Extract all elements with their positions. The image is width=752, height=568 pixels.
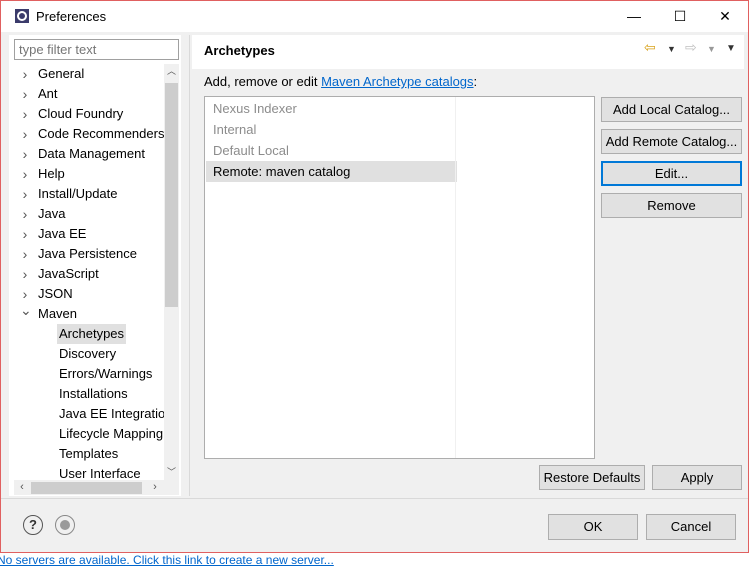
restore-defaults-button[interactable]: Restore Defaults	[539, 465, 645, 490]
back-menu-icon[interactable]: ▼	[667, 44, 676, 54]
tree-item-code-recommenders[interactable]: › Code Recommenders	[14, 124, 164, 144]
tree-item-label: User Interface	[59, 466, 141, 480]
tree-item-label: Lifecycle Mapping	[59, 426, 164, 441]
minimize-button[interactable]: —	[611, 1, 657, 32]
window-title: Preferences	[36, 9, 107, 24]
tree-item-label: Java EE Integration	[59, 406, 164, 421]
catalog-list[interactable]: Nexus Indexer Internal Default Local Rem…	[204, 96, 595, 459]
tree-item-label: Ant	[38, 86, 58, 101]
tree-item-label: General	[38, 66, 85, 81]
catalog-item[interactable]: Nexus Indexer	[206, 98, 457, 119]
collapsed-chevron-icon[interactable]: ›	[20, 244, 30, 264]
eclipse-icon	[15, 9, 29, 23]
catalog-item-selected[interactable]: Remote: maven catalog	[206, 161, 457, 182]
forward-menu-icon[interactable]: ▼	[707, 44, 716, 54]
preferences-window: Preferences — ☐ ✕ › General › Ant › Cloud Fou…	[0, 0, 749, 553]
apply-button[interactable]: Apply	[652, 465, 742, 490]
catalog-item[interactable]: Default Local	[206, 140, 457, 161]
tree-item-general[interactable]: › General	[14, 64, 164, 84]
tree-item-label: JavaScript	[38, 266, 99, 281]
tree-item-java[interactable]: › Java	[14, 204, 164, 224]
tree-scroll-thumb[interactable]	[165, 83, 178, 307]
pane-divider[interactable]	[189, 35, 190, 496]
add-local-catalog-button[interactable]: Add Local Catalog...	[601, 97, 742, 122]
remove-button[interactable]: Remove	[601, 193, 742, 218]
tree-item-label: Maven	[38, 306, 78, 321]
tree-item-label: Discovery	[59, 346, 117, 361]
tree-item-label: Archetypes	[57, 324, 127, 344]
tree-item-java-ee[interactable]: › Java EE	[14, 224, 164, 244]
tree-item-label: Java	[38, 206, 66, 221]
footer-divider	[1, 498, 748, 499]
back-arrow-icon[interactable]: ⇦	[644, 39, 656, 56]
tree-hscroll-thumb[interactable]	[31, 482, 142, 494]
collapsed-chevron-icon[interactable]: ›	[20, 64, 30, 84]
archetype-catalogs-link[interactable]: Maven Archetype catalogs	[321, 74, 473, 89]
tree-item-java-persistence[interactable]: › Java Persistence	[14, 244, 164, 264]
tree-item-label: Data Management	[38, 146, 145, 161]
tree-item-help[interactable]: › Help	[14, 164, 164, 184]
preference-tree: › General › Ant › Cloud Foundry › Code Recommen…	[14, 64, 164, 480]
maximize-button[interactable]: ☐	[657, 1, 703, 32]
forward-arrow-icon[interactable]: ⇨	[685, 39, 697, 56]
tree-item-label: Java EE	[38, 226, 87, 241]
tree-item-label: Errors/Warnings	[59, 366, 153, 381]
tree-item-install-update[interactable]: › Install/Update	[14, 184, 164, 204]
tree-item-label: Java Persistence	[38, 246, 137, 261]
help-icon[interactable]: ?	[23, 515, 43, 535]
filter-input[interactable]	[14, 39, 179, 60]
tree-item-label: Installations	[59, 386, 128, 401]
description-text: Add, remove or edit	[204, 74, 322, 89]
page-description: Add, remove or edit Maven Archetype cata…	[204, 74, 477, 89]
tree-item-json[interactable]: › JSON	[14, 284, 164, 304]
collapsed-chevron-icon[interactable]: ›	[20, 184, 30, 204]
tree-item-label: Templates	[59, 446, 119, 461]
tree-item-label: Help	[38, 166, 65, 181]
tree-item-label: Cloud Foundry	[38, 106, 124, 121]
view-menu-icon[interactable]: ▼	[726, 43, 736, 54]
status-link-text[interactable]: No servers are available. Click this lin…	[0, 553, 334, 567]
description-suffix: :	[473, 74, 478, 89]
collapsed-chevron-icon[interactable]: ›	[20, 264, 30, 284]
tree-item-javascript[interactable]: › JavaScript	[14, 264, 164, 284]
tree-item-label: JSON	[38, 286, 73, 301]
collapsed-chevron-icon[interactable]: ›	[20, 84, 30, 104]
catalog-item[interactable]: Internal	[206, 119, 457, 140]
collapsed-chevron-icon[interactable]: ›	[20, 104, 30, 124]
scroll-down-icon[interactable]: ﹀	[165, 465, 178, 479]
ok-button[interactable]: OK	[548, 514, 638, 540]
tree-item-data-management[interactable]: › Data Management	[14, 144, 164, 164]
tree-item-ant[interactable]: › Ant	[14, 84, 164, 104]
tree-item-maven[interactable]: ⌄ Maven	[14, 302, 164, 324]
tree-item-label: Install/Update	[38, 186, 118, 201]
close-button[interactable]: ✕	[702, 1, 748, 32]
collapsed-chevron-icon[interactable]: ›	[20, 164, 30, 184]
background-status-link[interactable]: No servers are available. Click this lin…	[0, 553, 752, 568]
title-bar: Preferences — ☐ ✕	[1, 1, 748, 32]
expanded-chevron-icon[interactable]: ⌄	[20, 300, 32, 320]
list-column-divider	[455, 97, 456, 458]
collapsed-chevron-icon[interactable]: ›	[20, 144, 30, 164]
collapsed-chevron-icon[interactable]: ›	[20, 124, 30, 144]
collapsed-chevron-icon[interactable]: ›	[20, 204, 30, 224]
scroll-right-icon[interactable]: ›	[149, 481, 161, 494]
tree-item-cloud-foundry[interactable]: › Cloud Foundry	[14, 104, 164, 124]
add-remote-catalog-button[interactable]: Add Remote Catalog...	[601, 129, 742, 154]
collapsed-chevron-icon[interactable]: ›	[20, 224, 30, 244]
cancel-button[interactable]: Cancel	[646, 514, 736, 540]
scroll-left-icon[interactable]: ‹	[16, 481, 28, 494]
page-title: Archetypes	[204, 43, 275, 58]
scroll-up-icon[interactable]: ︿	[165, 64, 178, 78]
record-macro-icon[interactable]	[55, 515, 75, 535]
tree-item-label: Code Recommenders	[38, 126, 164, 141]
edit-button[interactable]: Edit...	[601, 161, 742, 186]
